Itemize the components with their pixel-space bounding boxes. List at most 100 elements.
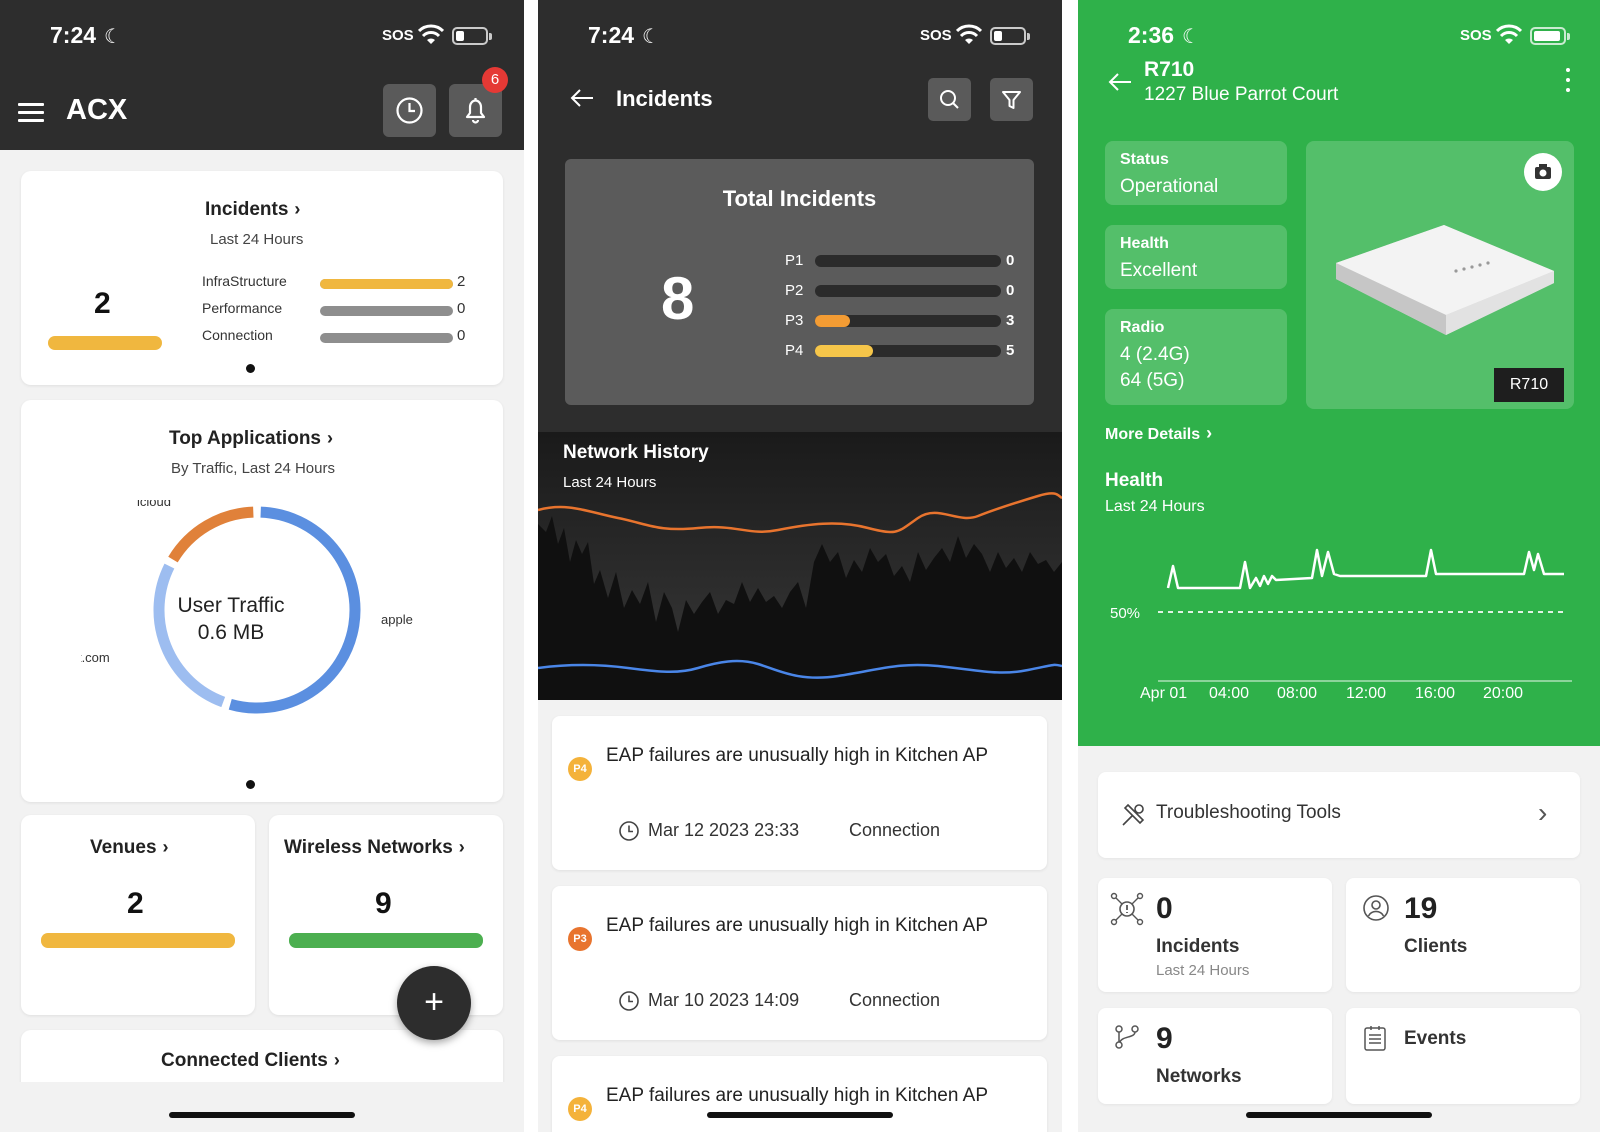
incidents-stat-card[interactable]: 0 Incidents Last 24 Hours (1098, 878, 1332, 992)
wifi-icon (418, 24, 444, 44)
incident-category-label: Connection (202, 327, 273, 343)
health-label: Health (1120, 235, 1169, 252)
incident-category-value: 0 (457, 327, 466, 344)
wifi-icon (1496, 24, 1522, 44)
incident-category-value: 0 (457, 300, 466, 317)
device-image-tile: R710 (1306, 141, 1574, 409)
tools-icon (1122, 803, 1145, 826)
incident-category: Connection (849, 820, 941, 840)
incidents-count: 0 (1156, 892, 1173, 925)
status-label: Status (1120, 151, 1169, 168)
wifi-icon (956, 24, 982, 44)
venues-bar (41, 933, 235, 948)
network-history-subtitle: Last 24 Hours (563, 474, 657, 491)
events-stat-card[interactable]: Events (1346, 1008, 1580, 1104)
health-chart (1158, 548, 1572, 682)
back-arrow-icon[interactable] (568, 84, 596, 112)
home-indicator (1246, 1112, 1432, 1118)
camera-button[interactable] (1524, 153, 1562, 191)
more-options-icon[interactable] (1566, 68, 1572, 96)
priority-bar (815, 255, 1001, 267)
priority-badge: P4 (568, 1097, 592, 1121)
hamburger-menu-icon[interactable] (18, 103, 44, 123)
total-incidents-card: Total Incidents 8 P1 0 P2 0 P3 3 P4 5 (565, 159, 1034, 405)
health-chart-subtitle: Last 24 Hours (1105, 498, 1205, 515)
venues-card[interactable]: Venues › 2 (21, 815, 255, 1015)
more-details-link[interactable]: More Details › (1105, 423, 1212, 444)
top-applications-title[interactable]: Top Applications › (169, 428, 333, 450)
incident-category-bar (320, 306, 453, 316)
priority-label: P1 (785, 252, 804, 269)
priority-bar (815, 285, 1001, 297)
x-tick-label: 04:00 (1209, 685, 1250, 702)
clock-icon (619, 821, 639, 841)
clock-icon (396, 97, 423, 124)
priority-value: 3 (1006, 312, 1015, 329)
search-button[interactable] (928, 78, 971, 121)
network-history-chart: Network History Last 24 Hours (538, 432, 1062, 700)
health-series-line (1166, 548, 1564, 590)
networks-label: Networks (1156, 1066, 1242, 1087)
incident-title: EAP failures are unusually high in Kitch… (606, 745, 988, 766)
battery-icon (990, 27, 1030, 45)
venues-title[interactable]: Venues › (90, 837, 169, 859)
incident-title: EAP failures are unusually high in Kitch… (606, 915, 988, 936)
status-value: Operational (1120, 176, 1219, 197)
chevron-right-icon: › (333, 1050, 340, 1070)
incidents-card[interactable]: Incidents › Last 24 Hours 2 InfraStructur… (21, 171, 503, 385)
incident-category: Connection (849, 990, 941, 1010)
x-tick-label: 08:00 (1277, 685, 1318, 702)
health-value: Excellent (1120, 260, 1198, 281)
home-indicator (169, 1112, 355, 1118)
priority-value: 5 (1006, 342, 1015, 359)
filter-button[interactable] (990, 78, 1033, 121)
incident-category-bar (320, 333, 453, 343)
status-time: 2:36 (1128, 22, 1175, 48)
priority-badge: P3 (568, 927, 592, 951)
back-arrow-icon[interactable] (1106, 68, 1134, 96)
incidents-card-title[interactable]: Incidents › (205, 199, 300, 221)
wireless-networks-card[interactable]: Wireless Networks › 9 (269, 815, 503, 1015)
connected-clients-title[interactable]: Connected Clients › (161, 1050, 340, 1072)
status-tile: Status Operational (1105, 141, 1287, 205)
network-history-title: Network History (563, 442, 709, 463)
priority-bar-fill (815, 315, 851, 327)
clients-stat-card[interactable]: 19 Clients (1346, 878, 1580, 992)
status-bar: 7:24 ☾ SOS (0, 18, 524, 54)
radio-value-24g: 4 (2.4G) (1120, 344, 1190, 365)
app-title: ACX (66, 94, 128, 126)
health-chart-title: Health (1105, 470, 1164, 491)
priority-value: 0 (1006, 252, 1015, 269)
wireless-networks-bar (289, 933, 483, 948)
incident-category-label: Performance (202, 300, 283, 316)
incidents-total: 2 (94, 287, 111, 320)
incident-item[interactable]: P3 EAP failures are unusually high in Ki… (552, 886, 1047, 1040)
add-fab-button[interactable]: + (397, 966, 471, 1040)
sos-indicator: SOS (920, 27, 952, 44)
incidents-total-bar (48, 336, 162, 350)
troubleshooting-tools-row[interactable]: Troubleshooting Tools › (1098, 772, 1580, 858)
network-history-plot (538, 432, 1062, 700)
incident-item[interactable]: P4 EAP failures are unusually high in Ki… (552, 716, 1047, 870)
troubleshooting-label: Troubleshooting Tools (1156, 802, 1341, 823)
donut-label-apple: apple (381, 612, 413, 627)
page-indicator-dot (246, 780, 255, 789)
notification-badge: 6 (482, 67, 508, 93)
incident-item[interactable]: P4 EAP failures are unusually high in Ki… (552, 1056, 1047, 1132)
clock-icon (619, 991, 639, 1011)
x-tick-label: 16:00 (1415, 685, 1456, 702)
wireless-networks-title[interactable]: Wireless Networks › (284, 837, 465, 859)
moon-icon: ☾ (1182, 26, 1200, 48)
top-applications-card[interactable]: Top Applications › By Traffic, Last 24 Ho… (21, 400, 503, 802)
top-applications-subtitle: By Traffic, Last 24 Hours (171, 460, 335, 477)
status-time: 7:24 (588, 22, 635, 48)
sos-indicator: SOS (382, 27, 414, 44)
history-button[interactable] (383, 84, 436, 137)
bottom-safe-area (0, 1082, 524, 1132)
events-label: Events (1404, 1028, 1467, 1049)
chevron-right-icon: › (1538, 797, 1548, 828)
priority-label: P2 (785, 282, 804, 299)
networks-stat-card[interactable]: 9 Networks (1098, 1008, 1332, 1104)
traffic-donut-chart: apple nest.com icloud (81, 500, 413, 714)
venues-count: 2 (127, 887, 144, 920)
